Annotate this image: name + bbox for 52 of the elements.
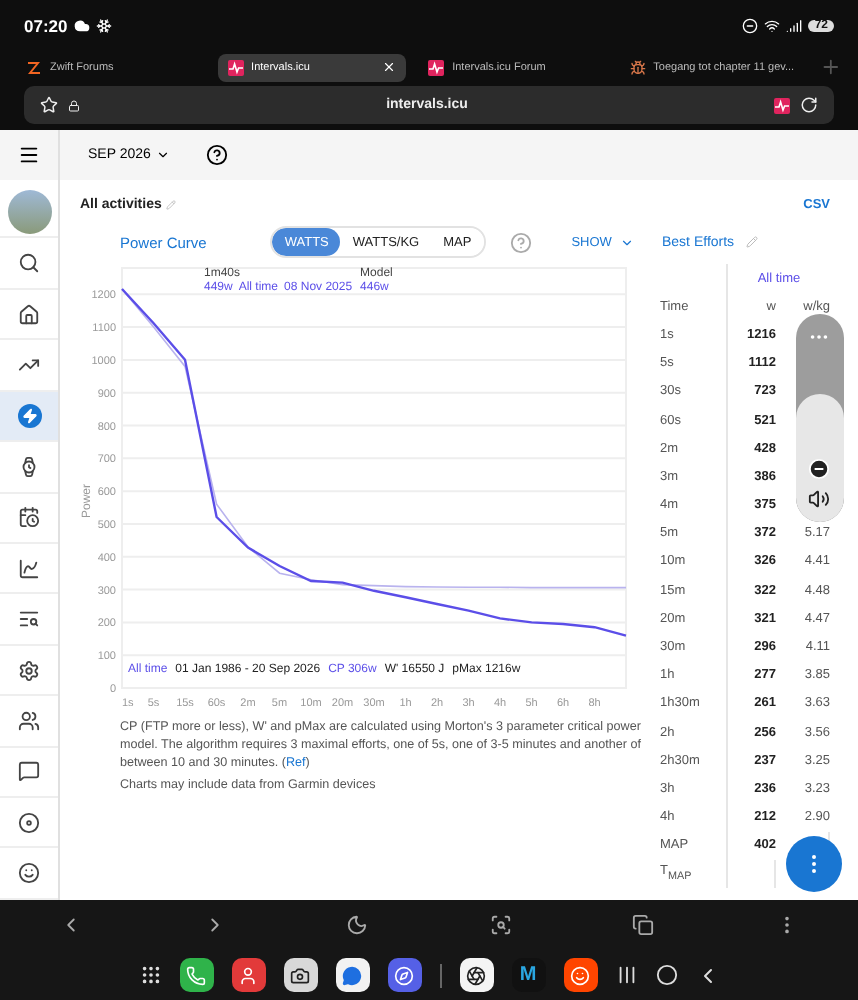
watch-icon — [18, 455, 40, 478]
new-tab-icon[interactable] — [820, 56, 842, 78]
line-chart-icon — [18, 557, 40, 580]
close-icon[interactable] — [382, 60, 397, 74]
pulse-logo-icon — [428, 59, 445, 75]
reload-icon[interactable] — [800, 96, 818, 114]
app-grid-icon[interactable] — [139, 964, 161, 986]
list-search-icon — [18, 608, 40, 631]
avatar-photo — [7, 190, 51, 235]
disc-icon — [18, 811, 40, 834]
wifi-icon — [764, 17, 781, 33]
alien-app-icon[interactable] — [563, 958, 597, 992]
pulse-logo-icon — [227, 59, 244, 75]
moon-icon[interactable] — [346, 914, 369, 936]
z-logo-icon — [26, 59, 42, 75]
star-icon[interactable] — [40, 96, 58, 114]
lock-icon — [68, 99, 80, 111]
caret-icon — [619, 235, 634, 249]
bug-icon — [629, 59, 646, 75]
signal-icon — [786, 17, 803, 33]
help-icon[interactable] — [206, 144, 229, 166]
contacts-app-icon[interactable] — [231, 958, 265, 992]
pulse-logo-icon — [774, 97, 790, 113]
phone-app-icon[interactable] — [179, 958, 213, 992]
home-icon — [18, 303, 40, 326]
recents-icon[interactable] — [615, 964, 637, 986]
snowflake-icon — [95, 17, 112, 33]
scan-search-icon[interactable] — [489, 914, 512, 936]
sidebar-item[interactable] — [0, 391, 58, 443]
messages-app-icon[interactable] — [335, 958, 369, 992]
copy-icon[interactable] — [632, 914, 655, 936]
more-button[interactable] — [786, 836, 842, 892]
lightning-bolt-icon — [17, 403, 41, 428]
aperture-app-icon[interactable] — [459, 958, 493, 992]
minus-icon — [808, 458, 830, 480]
home-circle-icon[interactable] — [655, 964, 677, 986]
volume-slider[interactable] — [796, 314, 844, 522]
camera-app-icon[interactable] — [283, 958, 317, 992]
clock-time: 07:20 — [24, 15, 68, 35]
settings-icon — [18, 659, 40, 681]
face-icon — [18, 862, 40, 885]
chat-icon — [18, 760, 40, 783]
menu-icon[interactable] — [18, 144, 40, 166]
search-icon — [18, 252, 40, 275]
cloud-icon — [73, 17, 90, 33]
caret-icon — [156, 148, 171, 162]
letter-app-icon[interactable]: M — [511, 958, 545, 992]
volume-icon — [808, 488, 830, 510]
calendar-clock-icon — [18, 506, 40, 529]
do-not-disturb-icon — [742, 17, 759, 33]
people-icon — [18, 709, 40, 732]
compass-app-icon[interactable] — [387, 958, 421, 992]
